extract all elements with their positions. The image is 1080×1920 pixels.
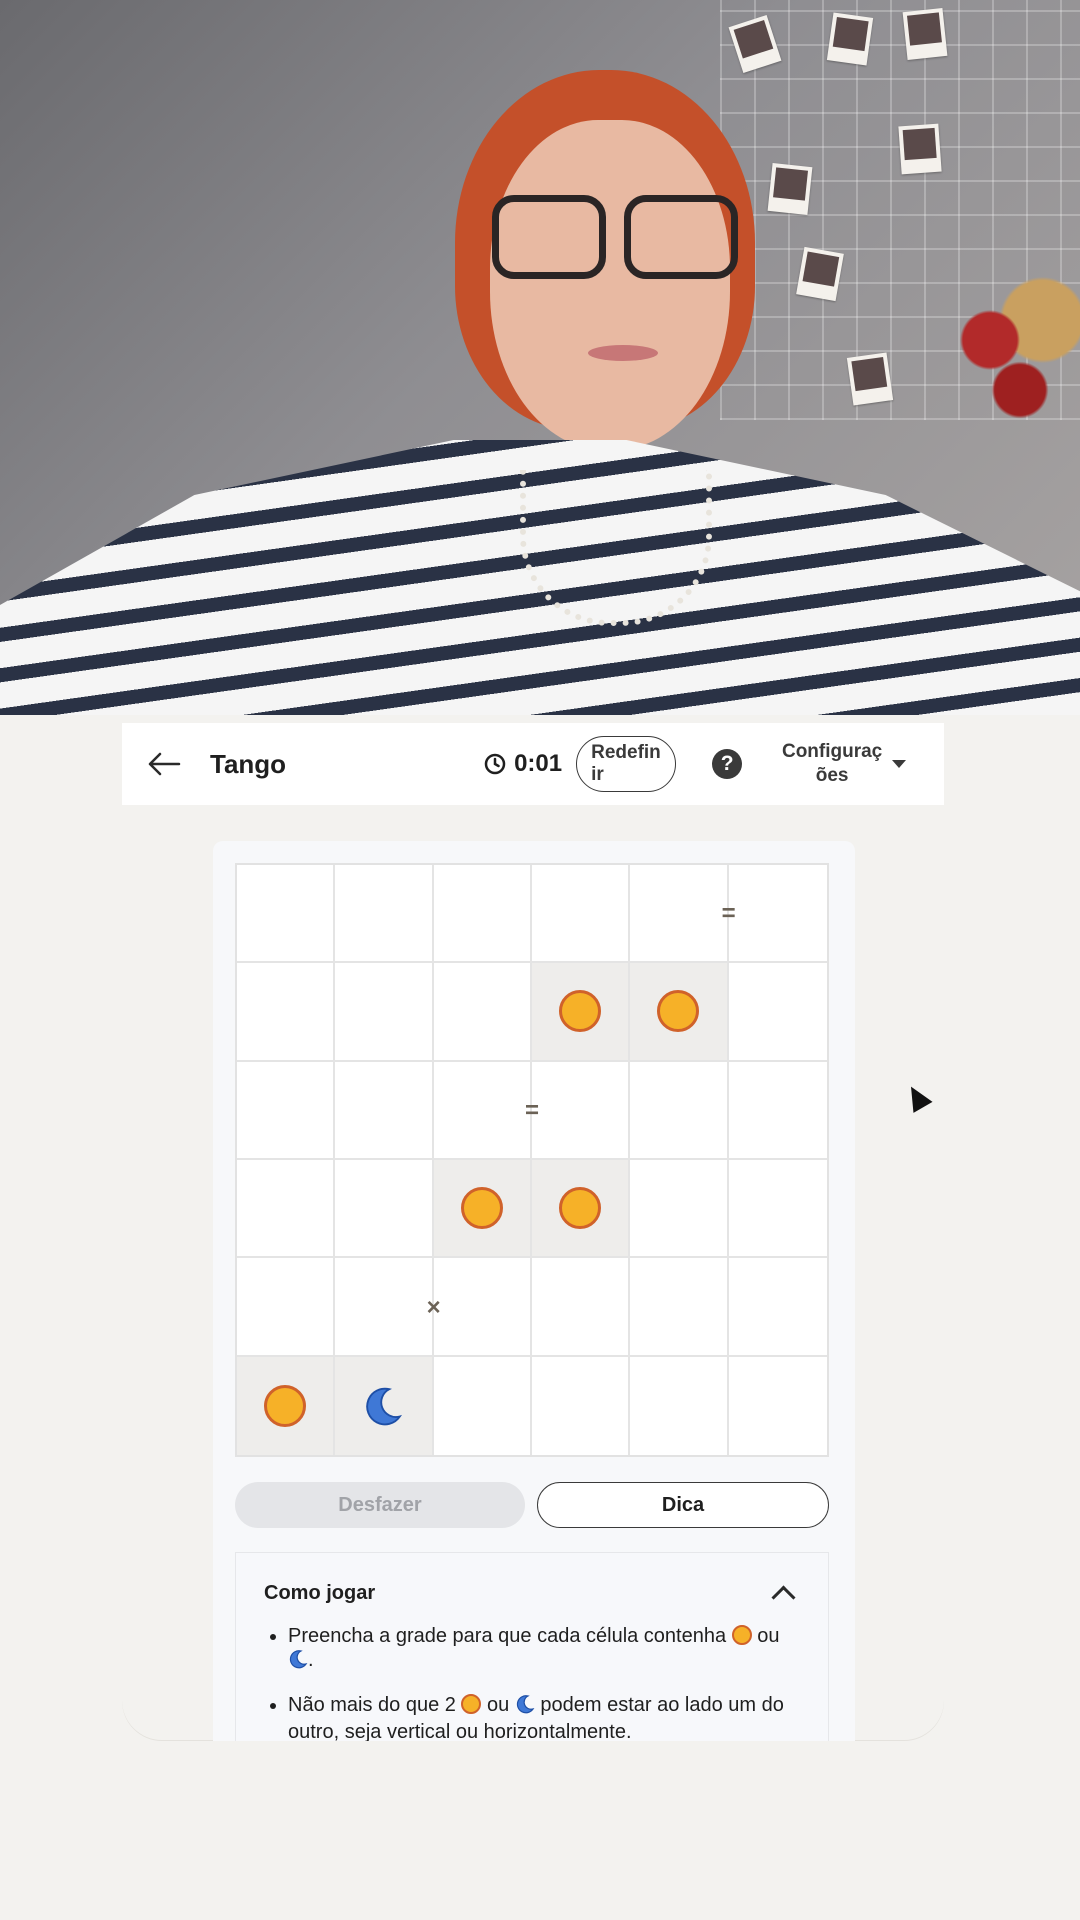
- photo: [796, 246, 844, 302]
- board-cell[interactable]: [728, 1160, 827, 1259]
- board-cell[interactable]: [728, 1356, 827, 1455]
- page-background: [0, 1742, 1080, 1920]
- rule-text: ou: [487, 1694, 510, 1716]
- person-face: [490, 120, 730, 450]
- sun-icon: [731, 1625, 752, 1645]
- settings-dropdown[interactable]: Configurações: [778, 740, 907, 788]
- board-cell[interactable]: [532, 1160, 631, 1259]
- board-cell[interactable]: [728, 865, 827, 964]
- board-cell[interactable]: [335, 1258, 434, 1357]
- board-cell[interactable]: [335, 1356, 434, 1455]
- flowers: [930, 260, 1080, 460]
- board-cell[interactable]: [335, 1160, 434, 1259]
- moon-icon: [362, 1385, 404, 1427]
- board-cell[interactable]: [433, 1258, 532, 1357]
- board-cell[interactable]: [433, 865, 532, 964]
- board-cell[interactable]: [532, 1061, 631, 1160]
- how-to-play-toggle[interactable]: Como jogar: [264, 1581, 800, 1610]
- caret-down-icon: [892, 760, 907, 768]
- board-cell[interactable]: [237, 1258, 336, 1357]
- photo: [898, 123, 942, 175]
- person-glasses: [492, 195, 742, 279]
- game-header: Tango 0:01 Redefinir ? Configurações: [122, 723, 944, 805]
- board-cell[interactable]: [335, 963, 434, 1062]
- settings-label: Configurações: [781, 741, 883, 786]
- rule-item: Preencha a grade para que cada célula co…: [288, 1624, 800, 1675]
- timer: 0:01: [484, 750, 562, 778]
- board-cell[interactable]: [433, 1356, 532, 1455]
- photo: [767, 163, 813, 215]
- photo: [902, 8, 948, 60]
- action-buttons: Desfazer Dica: [235, 1482, 829, 1528]
- sun-icon: [559, 990, 602, 1033]
- board-cell[interactable]: [630, 963, 729, 1062]
- how-to-play-panel: Como jogar Preencha a grade para que cad…: [235, 1552, 829, 1741]
- rule-text: ou: [757, 1625, 780, 1647]
- puzzle-board: = = ×: [235, 863, 829, 1457]
- rule-text: .: [308, 1649, 314, 1671]
- moon-icon: [288, 1649, 308, 1675]
- board-cell[interactable]: [532, 865, 631, 964]
- board-cell[interactable]: [630, 1061, 729, 1160]
- board-cell[interactable]: [237, 1160, 336, 1259]
- rules-list: Preencha a grade para que cada célula co…: [264, 1624, 800, 1741]
- person-mouth: [588, 345, 658, 361]
- board-cell[interactable]: [433, 1160, 532, 1259]
- sun-icon: [460, 1187, 503, 1230]
- hint-button[interactable]: Dica: [537, 1482, 829, 1528]
- opposite-constraint: ×: [426, 1293, 441, 1321]
- reset-button[interactable]: Redefinir: [576, 736, 677, 792]
- board-cell[interactable]: [237, 1356, 336, 1455]
- board-cell[interactable]: [630, 865, 729, 964]
- photo: [846, 352, 894, 406]
- board-cell[interactable]: [532, 1258, 631, 1357]
- sun-icon: [657, 990, 700, 1033]
- back-button[interactable]: [144, 744, 184, 784]
- board-cell[interactable]: [532, 963, 631, 1062]
- board-cell[interactable]: [532, 1356, 631, 1455]
- sun-icon: [559, 1187, 602, 1230]
- sun-icon: [461, 1694, 482, 1714]
- board-cell[interactable]: [728, 963, 827, 1062]
- board-cell[interactable]: [630, 1258, 729, 1357]
- webcam-video: [0, 0, 1080, 715]
- board-cell[interactable]: [630, 1160, 729, 1259]
- help-icon[interactable]: ?: [712, 749, 743, 779]
- photo: [826, 12, 874, 66]
- sun-icon: [264, 1384, 307, 1427]
- rule-text: Preencha a grade para que cada célula co…: [288, 1625, 727, 1647]
- arrow-left-icon: [148, 752, 181, 776]
- board-cell[interactable]: [237, 963, 336, 1062]
- game-card: = = × Desfazer Dica Como jogar Preencha a …: [213, 841, 855, 1741]
- equal-constraint: =: [524, 1096, 540, 1124]
- board-cell[interactable]: [237, 1061, 336, 1160]
- board-cell[interactable]: [335, 1061, 434, 1160]
- board-cell[interactable]: [237, 865, 336, 964]
- board-cell[interactable]: [335, 865, 434, 964]
- chevron-up-icon: [771, 1585, 796, 1610]
- rule-item: Não mais do que 2 ou podem estar ao lado…: [288, 1693, 800, 1741]
- board-cell[interactable]: [433, 1061, 532, 1160]
- clock-icon: [484, 753, 506, 775]
- game-title: Tango: [210, 748, 287, 779]
- board-cell[interactable]: [728, 1258, 827, 1357]
- board-cell[interactable]: [433, 963, 532, 1062]
- undo-button[interactable]: Desfazer: [235, 1482, 525, 1528]
- rule-text: Não mais do que 2: [288, 1694, 456, 1716]
- moon-icon: [515, 1694, 535, 1720]
- equal-constraint: =: [721, 900, 736, 928]
- board-cell[interactable]: [728, 1061, 827, 1160]
- how-to-play-title: Como jogar: [264, 1582, 376, 1604]
- board-cell[interactable]: [630, 1356, 729, 1455]
- timer-value: 0:01: [514, 750, 563, 777]
